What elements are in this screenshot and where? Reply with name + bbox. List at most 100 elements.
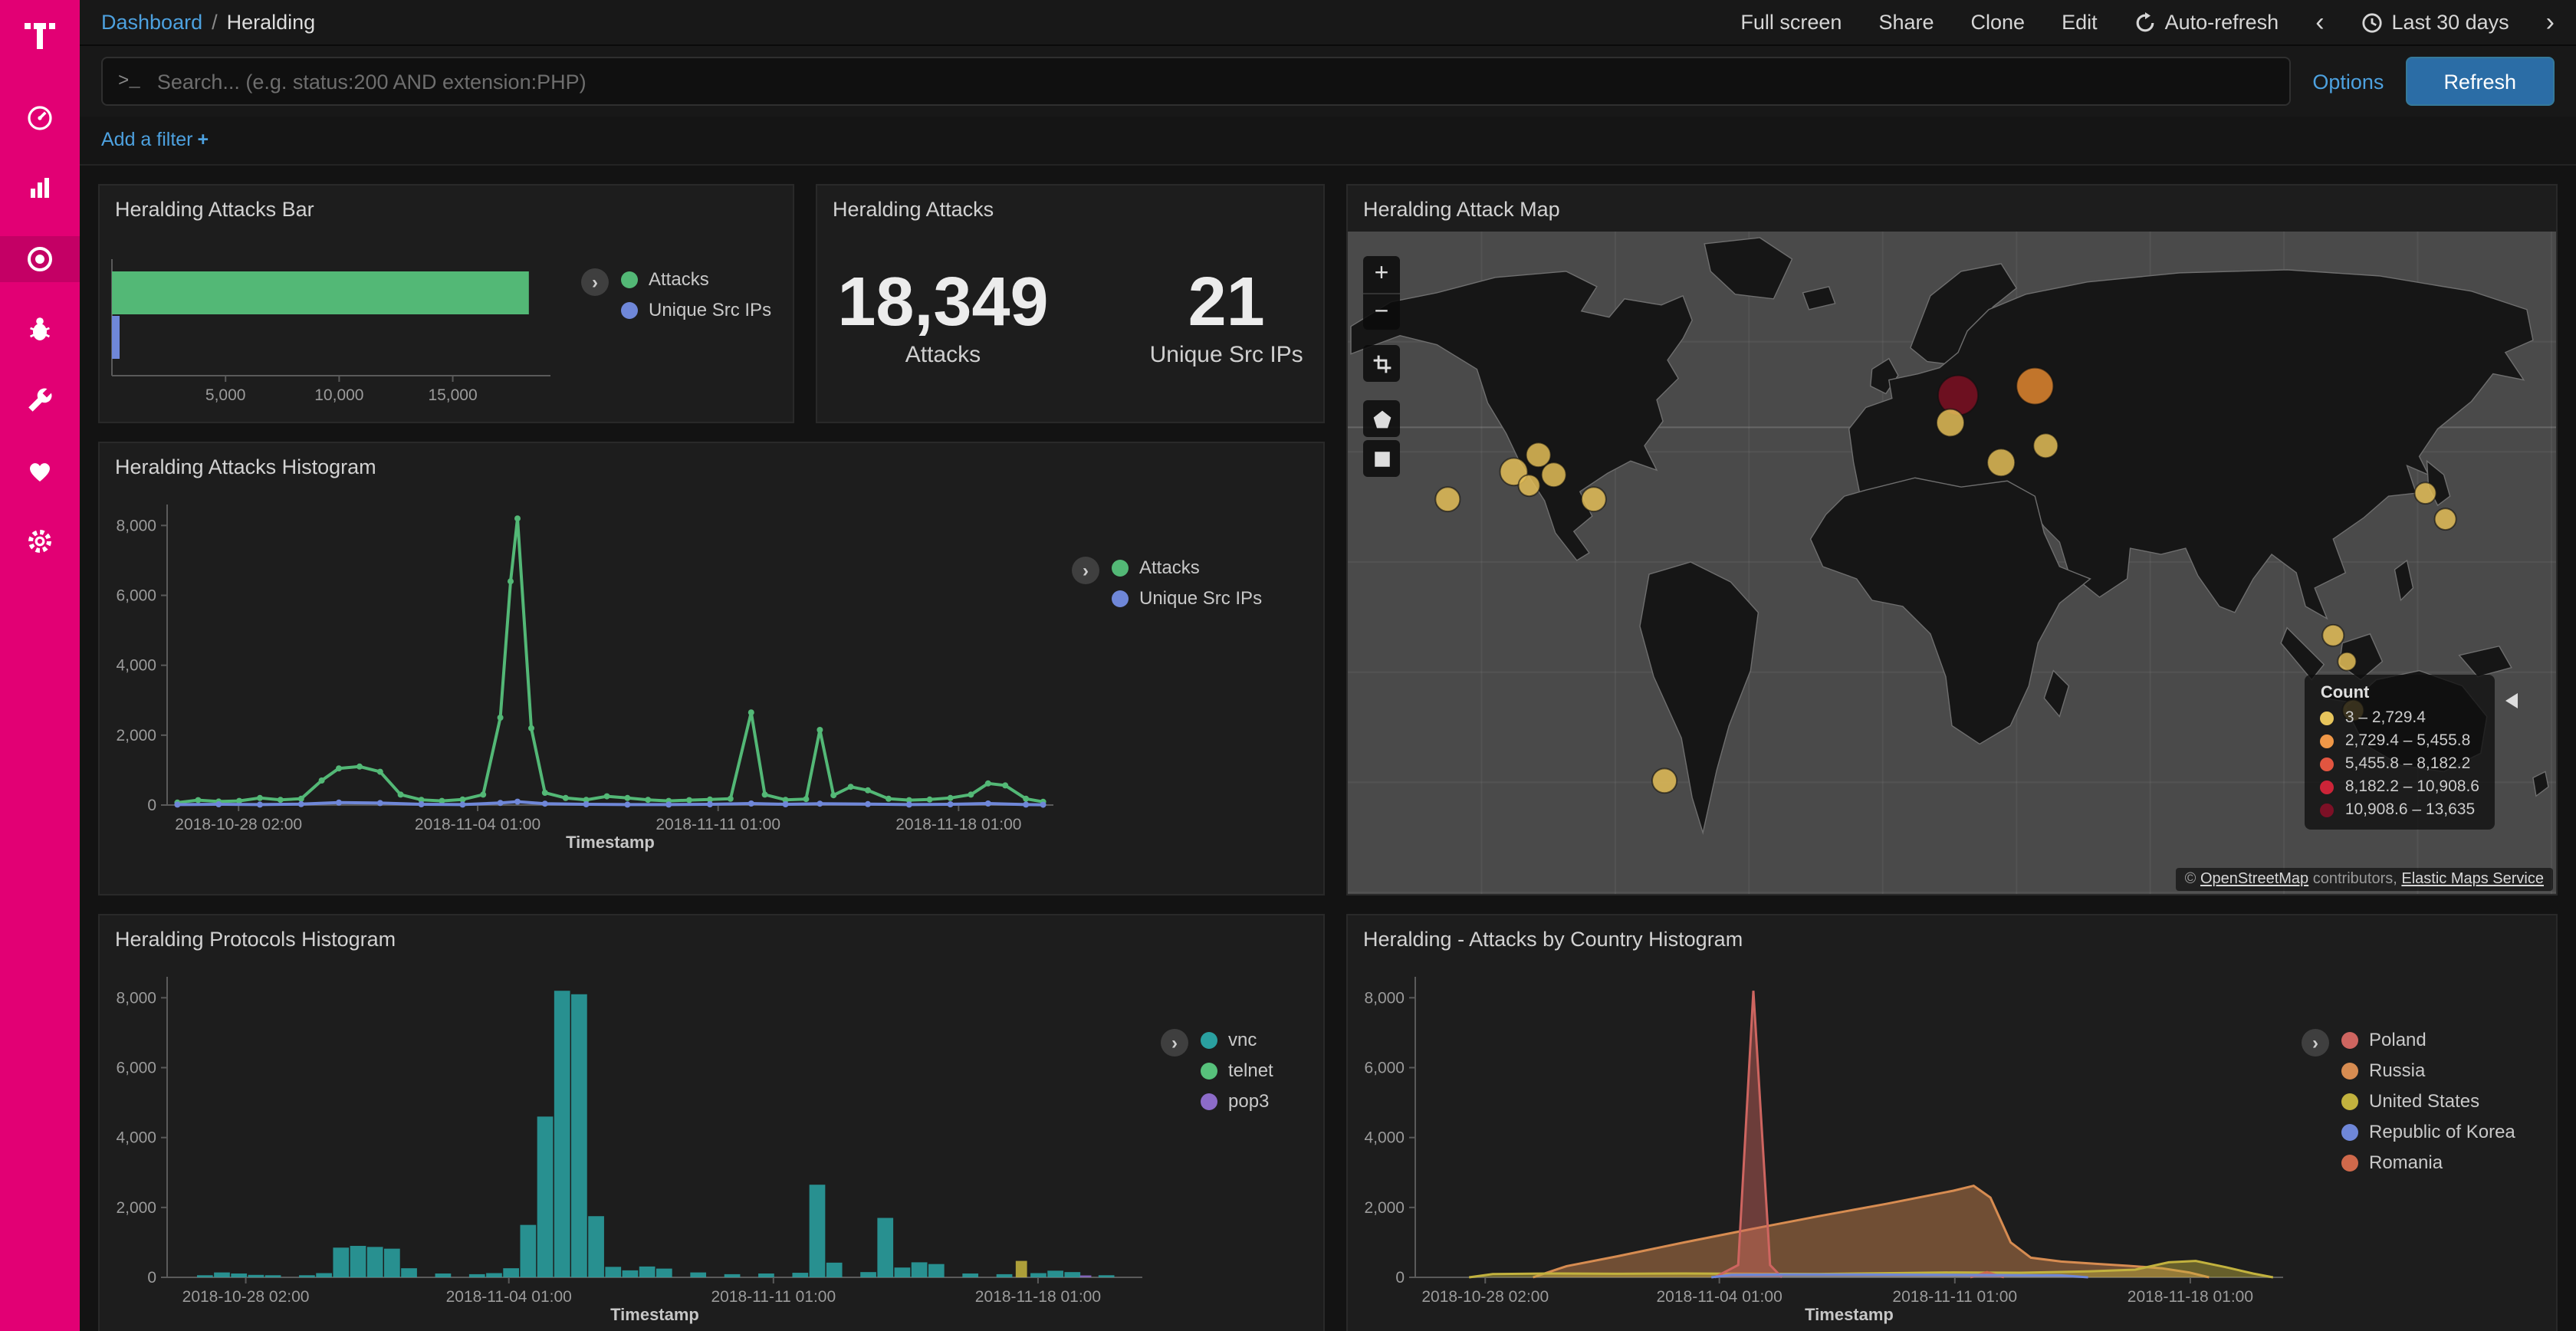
legend-label: Republic of Korea — [2369, 1121, 2515, 1142]
options-link[interactable]: Options — [2312, 70, 2384, 93]
time-next-icon[interactable]: › — [2546, 9, 2555, 35]
attack-marker[interactable] — [1937, 409, 1964, 436]
legend-item[interactable]: Attacks — [621, 268, 771, 290]
auto-refresh-button[interactable]: Auto-refresh — [2134, 11, 2279, 34]
add-filter-label: Add a filter — [101, 129, 193, 150]
bar-0[interactable] — [112, 271, 529, 314]
legend-label: 10,908.6 – 13,635 — [2345, 800, 2475, 819]
legend-dot — [2321, 734, 2334, 748]
draw-rectangle-button[interactable] — [1363, 440, 1400, 477]
axis-tick-label: 6,000 — [116, 587, 156, 605]
clone-button[interactable]: Clone — [1971, 11, 2026, 34]
attacks-bar-chart[interactable]: 5,00010,00015,000 — [100, 232, 575, 422]
legend-toggle-icon[interactable]: › — [1161, 1029, 1188, 1057]
breadcrumb-dashboard-link[interactable]: Dashboard — [101, 11, 202, 34]
fit-bounds-button[interactable] — [1363, 345, 1400, 382]
chart-svg: 02,0004,0006,0008,0002018-10-28 02:00201… — [1348, 961, 2295, 1331]
add-filter-button[interactable]: Add a filter+ — [101, 129, 209, 150]
protocols-histogram-chart[interactable]: 02,0004,0006,0008,0002018-10-28 02:00201… — [100, 961, 1155, 1331]
sidebar-nav — [0, 95, 80, 564]
sidebar-item-tools[interactable] — [0, 377, 80, 423]
sidebar-item-health[interactable] — [0, 448, 80, 494]
axis-tick-label: 6,000 — [1364, 1060, 1405, 1077]
legend-dot — [2341, 1031, 2358, 1048]
sidebar-item-analytics[interactable] — [0, 166, 80, 212]
legend-item[interactable]: pop3 — [1201, 1090, 1273, 1112]
openstreetmap-link[interactable]: OpenStreetMap — [2200, 871, 2308, 888]
axis-tick-label: 2018-10-28 02:00 — [175, 816, 302, 833]
panel-title: Heralding Attacks — [817, 186, 1323, 232]
axis-title: Timestamp — [610, 1305, 699, 1324]
legend-label: vnc — [1228, 1029, 1257, 1050]
legend-item[interactable]: 5,455.8 – 8,182.2 — [2321, 754, 2479, 773]
attack-marker[interactable] — [2435, 508, 2456, 530]
legend-item[interactable]: 2,729.4 – 5,455.8 — [2321, 731, 2479, 750]
legend-dot — [2341, 1062, 2358, 1079]
attack-map[interactable]: + − — [1348, 232, 2556, 894]
sidebar-item-settings[interactable] — [0, 518, 80, 564]
full-screen-button[interactable]: Full screen — [1740, 11, 1842, 34]
legend-item[interactable]: Unique Src IPs — [621, 299, 771, 320]
attack-marker[interactable] — [1526, 442, 1551, 467]
attribution-middle: contributors, — [2308, 871, 2401, 888]
panel-title: Heralding Attacks Histogram — [100, 443, 1323, 489]
legend-item[interactable]: Attacks — [1112, 557, 1262, 578]
telekom-t-logo[interactable] — [20, 15, 60, 55]
legend-item[interactable]: Unique Src IPs — [1112, 587, 1262, 609]
legend-toggle-icon[interactable]: › — [581, 268, 609, 296]
legend-item[interactable]: Poland — [2341, 1029, 2515, 1050]
legend: › Poland Russia United States Republic of K… — [2295, 961, 2556, 1331]
attacks-histogram-chart[interactable]: 02,0004,0006,0008,0002018-10-28 02:00201… — [100, 489, 1066, 894]
legend-item[interactable]: vnc — [1201, 1029, 1273, 1050]
legend-item[interactable]: Russia — [2341, 1060, 2515, 1081]
legend-label: pop3 — [1228, 1090, 1269, 1112]
legend-item[interactable]: Romania — [2341, 1152, 2515, 1173]
sidebar-item-dashboard[interactable] — [0, 95, 80, 141]
legend-item[interactable]: 3 – 2,729.4 — [2321, 708, 2479, 727]
zoom-out-button[interactable]: − — [1363, 293, 1400, 330]
attack-marker[interactable] — [2016, 368, 2053, 405]
legend-item[interactable]: United States — [2341, 1090, 2515, 1112]
attack-marker[interactable] — [1542, 462, 1566, 487]
elastic-maps-link[interactable]: Elastic Maps Service — [2401, 871, 2544, 888]
axis-tick-label: 2,000 — [1364, 1199, 1405, 1217]
legend-collapse-icon[interactable] — [2505, 693, 2518, 708]
refresh-button[interactable]: Refresh — [2405, 57, 2555, 106]
legend: › vnc telnet pop3 — [1155, 961, 1323, 1331]
time-prev-icon[interactable]: ‹ — [2315, 9, 2324, 35]
edit-button[interactable]: Edit — [2062, 11, 2098, 34]
legend-dot — [1201, 1093, 1217, 1109]
attack-marker[interactable] — [2338, 652, 2356, 671]
zoom-in-button[interactable]: + — [1363, 256, 1400, 293]
axis-tick-label: 15,000 — [428, 386, 477, 404]
attack-marker[interactable] — [1582, 487, 1606, 511]
share-button[interactable]: Share — [1878, 11, 1934, 34]
sidebar-item-kibana[interactable] — [0, 236, 80, 282]
sidebar-item-honeypot[interactable] — [0, 307, 80, 353]
panel-attack-map: Heralding Attack Map + − — [1346, 184, 2558, 896]
attack-marker[interactable] — [1519, 475, 1540, 496]
legend-dot — [1201, 1062, 1217, 1079]
attack-marker[interactable] — [1652, 768, 1677, 793]
legend-item[interactable]: 8,182.2 – 10,908.6 — [2321, 777, 2479, 796]
attack-marker[interactable] — [2322, 625, 2344, 646]
attack-marker[interactable] — [1987, 449, 2015, 476]
attack-marker[interactable] — [2415, 482, 2436, 504]
bar-1[interactable] — [112, 316, 120, 359]
search-input[interactable] — [154, 68, 2275, 94]
legend-toggle-icon[interactable]: › — [2302, 1029, 2329, 1057]
sidebar — [0, 0, 80, 1331]
legend-item[interactable]: 10,908.6 – 13,635 — [2321, 800, 2479, 819]
axis-tick-label: 2018-11-04 01:00 — [1657, 1288, 1783, 1306]
country-histogram-chart[interactable]: 02,0004,0006,0008,0002018-10-28 02:00201… — [1348, 961, 2295, 1331]
legend-toggle-icon[interactable]: › — [1072, 557, 1099, 584]
time-picker[interactable]: Last 30 days — [2361, 11, 2509, 34]
attack-marker[interactable] — [2033, 433, 2058, 458]
legend-item[interactable]: Republic of Korea — [2341, 1121, 2515, 1142]
attack-marker[interactable] — [1938, 376, 1978, 416]
gauge-icon — [25, 103, 55, 133]
draw-polygon-button[interactable] — [1363, 400, 1400, 437]
legend-item[interactable]: telnet — [1201, 1060, 1273, 1081]
attack-marker[interactable] — [1435, 487, 1460, 511]
panel-attacks-histogram: Heralding Attacks Histogram 02,0004,0006… — [98, 442, 1325, 896]
